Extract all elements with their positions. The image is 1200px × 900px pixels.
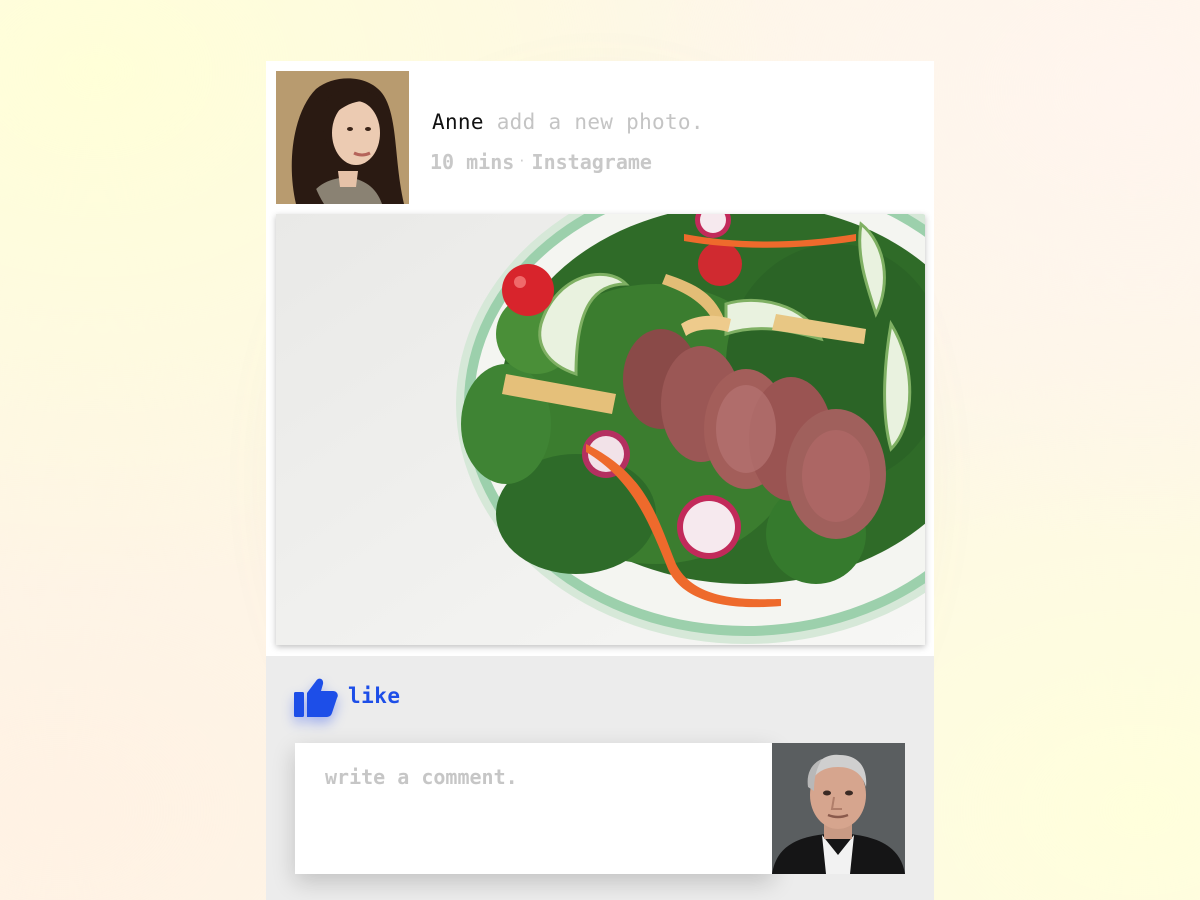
comment-box <box>295 743 773 874</box>
author-line: Anne add a new photo. <box>432 110 704 134</box>
commenter-avatar[interactable] <box>772 743 905 874</box>
thumbs-up-icon <box>294 678 338 717</box>
like-label: like <box>348 684 401 708</box>
commenter-avatar-image <box>772 743 905 874</box>
comment-input[interactable] <box>295 743 773 874</box>
author-name[interactable]: Anne <box>432 110 484 134</box>
salad-photo <box>276 214 925 645</box>
like-button[interactable]: like <box>294 674 401 718</box>
post-time: 10 mins <box>430 150 515 174</box>
post-header: Anne add a new photo. 10 mins · Instagrame <box>266 61 934 213</box>
post-source[interactable]: Instagrame <box>532 150 652 174</box>
author-avatar[interactable] <box>276 71 409 204</box>
post-photo[interactable] <box>276 214 925 645</box>
meta-separator: · <box>518 154 526 168</box>
author-avatar-image <box>276 71 409 204</box>
post-action-text: add a new photo. <box>496 110 704 134</box>
post-meta: 10 mins · Instagrame <box>430 150 652 174</box>
